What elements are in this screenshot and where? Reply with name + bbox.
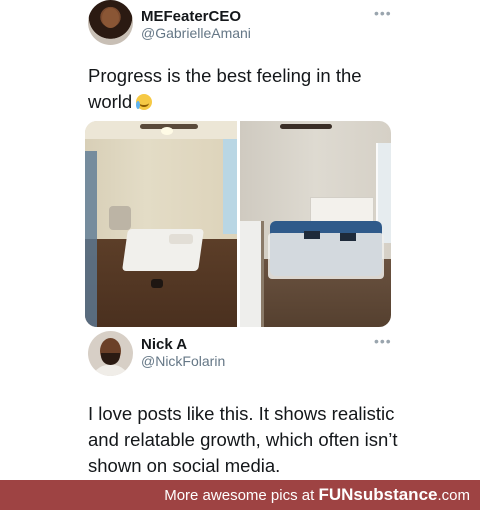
avatar-face <box>102 8 119 28</box>
tweet-text-body: Progress is the best feeling in the worl… <box>88 65 362 112</box>
room-chair <box>109 206 131 230</box>
footer-suffix: .com <box>437 487 470 504</box>
user-handle[interactable]: @GabrielleAmani <box>141 25 251 41</box>
tweet-text: I love posts like this. It shows realist… <box>88 403 398 476</box>
avatar-beard <box>101 353 120 365</box>
mattress-tag <box>304 231 320 239</box>
photo-grid <box>85 121 391 327</box>
tweet-text: Progress is the best feeling in the worl… <box>88 63 388 115</box>
tweet-original: MEFeaterCEO @GabrielleAmani ••• Progress… <box>0 0 480 330</box>
display-name[interactable]: Nick A <box>141 336 187 353</box>
shoes <box>151 279 163 288</box>
pillow <box>169 234 193 244</box>
avatar[interactable] <box>88 0 133 45</box>
site-footer-banner[interactable]: More awesome pics at FUNsubstance.com <box>0 480 480 510</box>
ceiling-fan <box>280 124 332 129</box>
more-options-icon[interactable]: ••• <box>374 334 392 348</box>
room-wall <box>85 121 237 246</box>
crying-face-emoji-icon <box>136 94 153 110</box>
room-door <box>85 151 97 327</box>
mattress-tag <box>340 233 356 241</box>
footer-brand[interactable]: FUNsubstance <box>318 485 437 504</box>
more-options-icon[interactable]: ••• <box>374 6 392 20</box>
mattress-wrap <box>268 233 384 279</box>
avatar-shirt <box>92 365 129 376</box>
footer-text: More awesome pics at FUNsubstance.com <box>164 485 470 505</box>
display-name[interactable]: MEFeaterCEO <box>141 8 241 25</box>
photo-after[interactable] <box>240 121 391 327</box>
avatar[interactable] <box>88 331 133 376</box>
photo-before[interactable] <box>85 121 237 327</box>
ceiling-light <box>161 127 173 135</box>
footer-prefix: More awesome pics at <box>164 487 319 504</box>
room-window <box>223 139 237 234</box>
user-handle[interactable]: @NickFolarin <box>141 353 225 369</box>
room-door <box>240 221 264 327</box>
